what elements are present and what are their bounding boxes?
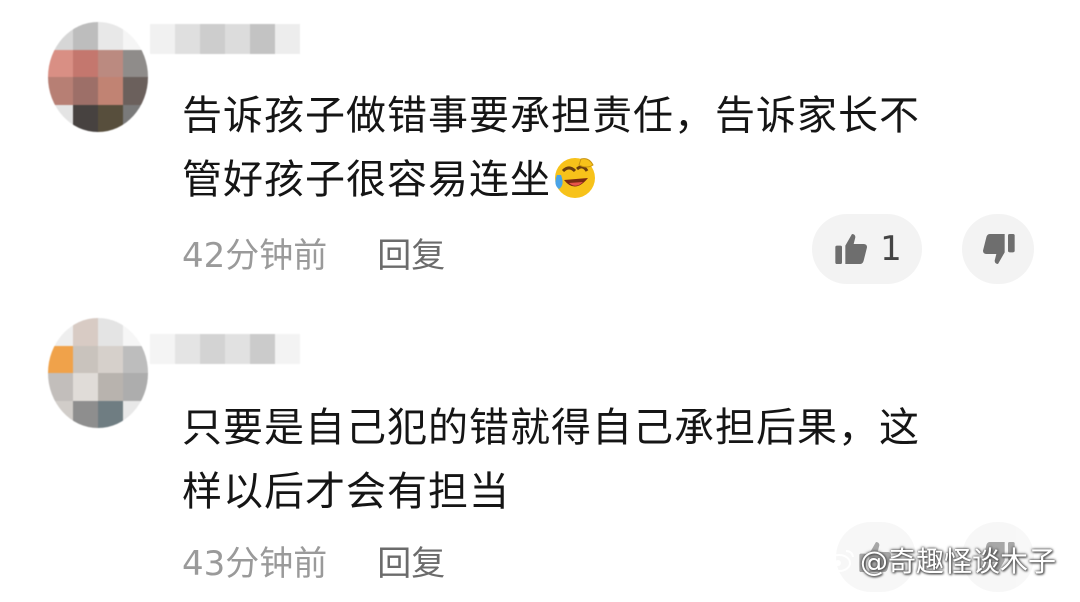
timestamp: 42分钟前 [182,236,328,276]
timestamp: 43分钟前 [182,544,328,584]
comment-text: 告诉孩子做错事要承担责任，告诉家长不 管好孩子很容易连坐 [182,93,920,203]
laughing-crying-emoji-icon [555,158,595,198]
watermark: @奇趣怪谈木子 [826,540,1056,580]
username-blurred[interactable] [150,334,300,364]
watermark-text: @奇趣怪谈木子 [859,545,1056,578]
weibo-logo-icon [826,550,854,572]
like-count: 1 [880,229,902,269]
comment-item: 告诉孩子做错事要承担责任，告诉家长不 管好孩子很容易连坐 42分钟前 回复 1 [0,0,1080,300]
like-button[interactable]: 1 [812,214,922,284]
thumbs-down-icon [983,234,1015,264]
username-blurred[interactable] [150,24,300,54]
reply-button[interactable]: 回复 [377,536,445,585]
reply-button[interactable]: 回复 [377,228,445,277]
avatar[interactable] [48,22,148,132]
avatar[interactable] [48,318,148,428]
dislike-button[interactable] [962,214,1034,284]
thumbs-up-icon [835,234,868,264]
comment-meta: 42分钟前 回复 [182,228,445,277]
comment-meta: 43分钟前 回复 [182,536,445,585]
comment-text: 只要是自己犯的错就得自己承担后果，这 样以后才会有担当 [182,405,920,515]
